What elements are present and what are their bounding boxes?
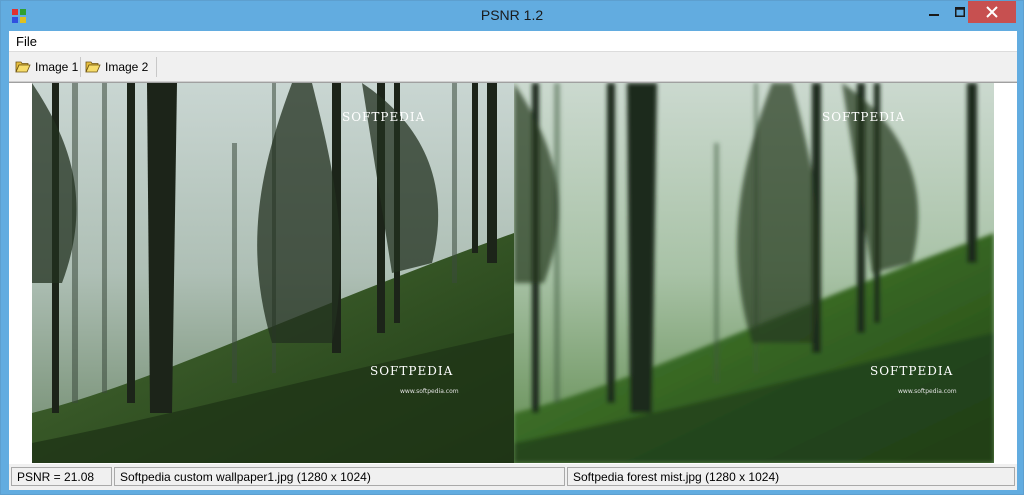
close-button[interactable] [968, 1, 1016, 23]
toolbar-separator [80, 57, 81, 77]
forest-image-1: SOFTPEDIA SOFTPEDIA www.softpedia.com [32, 83, 514, 463]
title-bar[interactable]: PSNR 1.2 [1, 1, 1023, 31]
psnr-value: PSNR = 21.08 [11, 467, 112, 486]
watermark-right-top: SOFTPEDIA [822, 110, 905, 124]
image-1-info: Softpedia custom wallpaper1.jpg (1280 x … [114, 467, 565, 486]
app-window: PSNR 1.2 File Image 1 Image 2 SOFTPEDIA … [0, 0, 1024, 495]
open-image-2-label: Image 2 [105, 60, 149, 74]
minimize-button[interactable] [921, 1, 947, 23]
image-1-view: SOFTPEDIA SOFTPEDIA www.softpedia.com [32, 83, 514, 463]
image-2-view: SOFTPEDIA SOFTPEDIA www.softpedia.com [514, 83, 994, 463]
image-2-info: Softpedia forest mist.jpg (1280 x 1024) [567, 467, 1015, 486]
close-icon [986, 6, 998, 18]
watermark-left-bottom: SOFTPEDIA [370, 364, 453, 378]
open-folder-icon [85, 61, 101, 73]
minimize-icon [929, 14, 939, 16]
open-image-1-button[interactable]: Image 1 [15, 57, 78, 77]
status-bar: PSNR = 21.08 Softpedia custom wallpaper1… [9, 464, 1017, 490]
forest-image-2: SOFTPEDIA SOFTPEDIA www.softpedia.com [514, 83, 994, 463]
watermark-right-bottom: SOFTPEDIA [870, 364, 953, 378]
image-viewer[interactable]: SOFTPEDIA SOFTPEDIA www.softpedia.com SO… [9, 82, 1017, 464]
watermark-right-url: www.softpedia.com [898, 388, 957, 395]
open-folder-icon [15, 61, 31, 73]
menu-bar: File [9, 31, 1017, 52]
open-image-2-button[interactable]: Image 2 [85, 57, 148, 77]
menu-file[interactable]: File [16, 34, 37, 49]
toolbar-separator [156, 57, 157, 77]
maximize-icon [955, 7, 965, 17]
watermark-left-top: SOFTPEDIA [342, 110, 425, 124]
watermark-left-url: www.softpedia.com [400, 388, 459, 395]
toolbar: Image 1 Image 2 [9, 52, 1017, 82]
open-image-1-label: Image 1 [35, 60, 79, 74]
window-title: PSNR 1.2 [480, 7, 544, 23]
